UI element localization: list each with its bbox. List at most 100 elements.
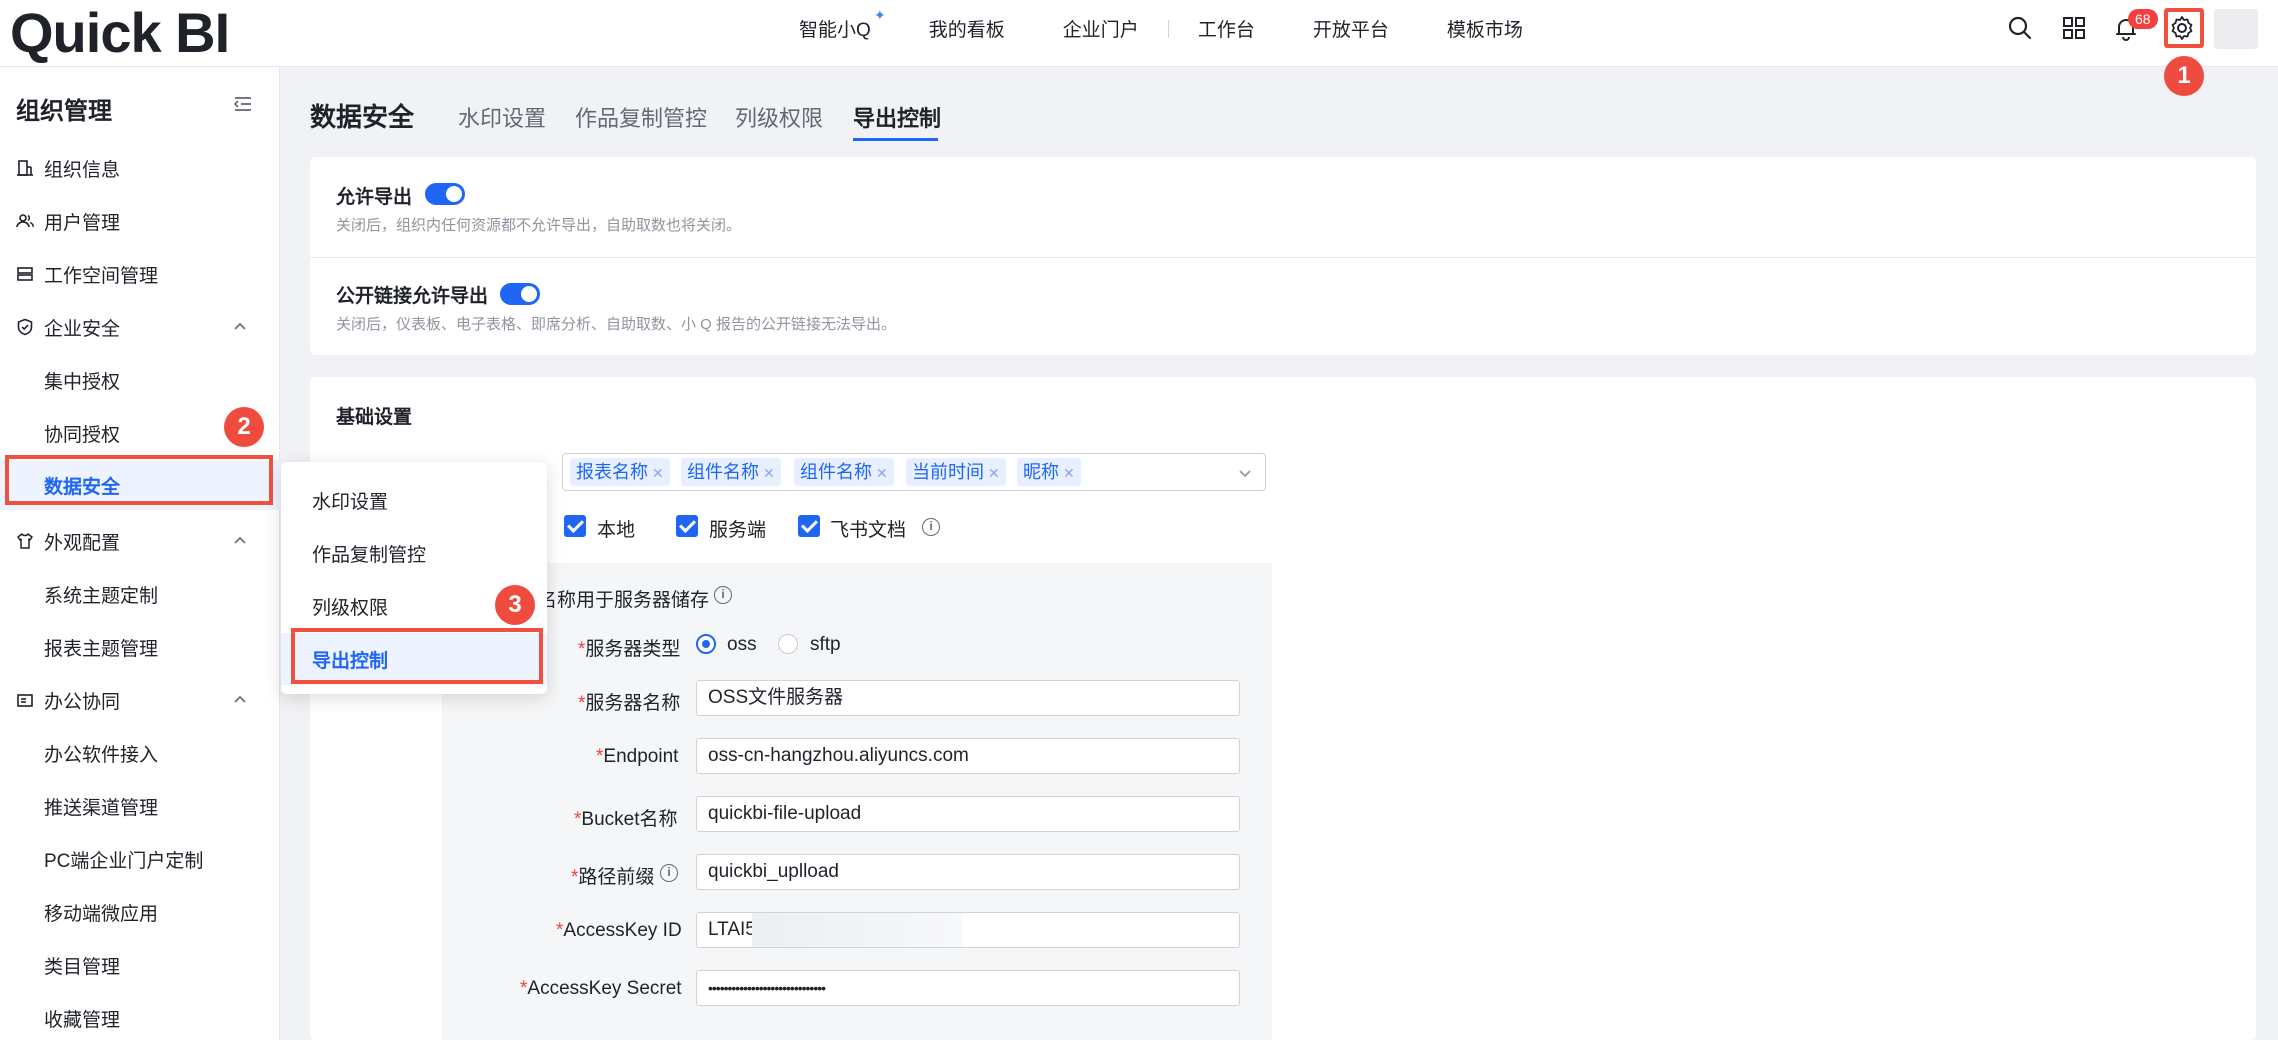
users-icon xyxy=(16,214,34,228)
close-icon[interactable]: ✕ xyxy=(1063,465,1075,481)
nav-open-platform[interactable]: 开放平台 xyxy=(1284,15,1418,42)
sidebar-item-label: 组织信息 xyxy=(44,159,121,181)
checkbox-local[interactable] xyxy=(564,515,586,537)
bucket-field[interactable]: quickbi-file-upload xyxy=(696,796,1240,832)
radio-sftp[interactable] xyxy=(778,634,798,654)
accesskey-secret-label-text: AccessKey Secret xyxy=(527,978,682,999)
chevron-down-icon[interactable] xyxy=(1237,465,1253,481)
tab-export-control[interactable]: 导出控制 xyxy=(853,101,941,133)
close-icon[interactable]: ✕ xyxy=(876,465,888,481)
checkbox-server[interactable] xyxy=(676,515,698,537)
nav-smart-q[interactable]: 智能小Q ✦ xyxy=(770,7,900,42)
data-security-highlight-box xyxy=(5,455,273,505)
path-prefix-label: *路径前缀 xyxy=(571,867,655,888)
tab-watermark[interactable]: 水印设置 xyxy=(458,101,546,133)
shirt-icon xyxy=(17,533,33,549)
server-type-label: *服务器类型 xyxy=(578,639,681,660)
step-marker-3: 3 xyxy=(495,585,535,625)
radio-oss[interactable] xyxy=(696,634,716,654)
tag-report-name[interactable]: 报表名称 ✕ xyxy=(570,458,670,486)
sidebar-item-mobile-app[interactable]: 移动端微应用 xyxy=(0,887,280,937)
sidebar-item-org-info[interactable]: 组织信息 xyxy=(0,143,280,193)
quick-bi-logo[interactable]: Quick BI xyxy=(10,4,230,62)
info-icon[interactable]: i xyxy=(922,518,940,536)
nav-workbench[interactable]: 工作台 xyxy=(1169,15,1284,42)
server-name-label-text: 服务器名称 xyxy=(585,693,681,714)
endpoint-field[interactable]: oss-cn-hangzhou.aliyuncs.com xyxy=(696,738,1240,774)
submenu-item-watermark[interactable]: 水印设置 xyxy=(281,474,547,526)
close-icon[interactable]: ✕ xyxy=(988,465,1000,481)
avatar[interactable] xyxy=(2214,9,2258,49)
accesskey-secret-label: *AccessKey Secret xyxy=(520,978,682,999)
sidebar-item-workspace[interactable]: 工作空间管理 xyxy=(0,249,280,299)
path-prefix-field[interactable]: quickbi_uplload xyxy=(696,854,1240,890)
server-name-label: *服务器名称 xyxy=(578,693,681,714)
tag-label: 组件名称 xyxy=(800,462,872,482)
public-link-export-title: 公开链接允许导出 xyxy=(336,286,489,307)
accesskey-secret-field[interactable]: •••••••••••••••••••••••••••••• xyxy=(696,970,1240,1006)
sidebar-item-label: 类目管理 xyxy=(44,956,121,978)
sidebar-item-report-theme[interactable]: 报表主题管理 xyxy=(0,622,280,672)
server-name-field[interactable]: OSS文件服务器 xyxy=(696,680,1240,716)
close-icon[interactable]: ✕ xyxy=(763,465,775,481)
file-name-tag-select[interactable]: 报表名称 ✕ 组件名称 ✕ 组件名称 ✕ 当前时间 ✕ 昵称 ✕ xyxy=(562,453,1266,491)
sidebar-item-favorites[interactable]: 收藏管理 xyxy=(0,993,280,1040)
sidebar-item-label: 办公软件接入 xyxy=(44,744,159,766)
sidebar-item-appearance[interactable]: 外观配置 xyxy=(0,516,280,566)
page-title: 数据安全 xyxy=(310,102,415,132)
info-icon[interactable]: i xyxy=(660,864,678,882)
tag-nickname[interactable]: 昵称 ✕ xyxy=(1017,458,1081,486)
checkbox-feishu-doc-label: 飞书文档 xyxy=(830,520,907,541)
sidebar-item-label: 移动端微应用 xyxy=(44,903,159,925)
server-type-label-text: 服务器类型 xyxy=(585,639,681,660)
nav-portal[interactable]: 企业门户 xyxy=(1034,15,1168,42)
nav-template-market[interactable]: 模板市场 xyxy=(1418,15,1552,42)
close-icon[interactable]: ✕ xyxy=(652,465,664,481)
apps-grid-icon[interactable] xyxy=(2060,14,2088,42)
bucket-label-text: Bucket名称 xyxy=(581,809,678,830)
info-icon[interactable]: i xyxy=(714,586,732,604)
tag-component-name[interactable]: 组件名称 ✕ xyxy=(681,458,781,486)
sidebar-item-label: 集中授权 xyxy=(44,371,121,393)
sidebar-item-label: 收藏管理 xyxy=(44,1009,121,1031)
sidebar-item-label: 工作空间管理 xyxy=(44,265,159,287)
sidebar-item-system-theme[interactable]: 系统主题定制 xyxy=(0,569,280,619)
checkbox-server-label: 服务端 xyxy=(709,520,767,541)
nav-my-dashboard[interactable]: 我的看板 xyxy=(900,15,1034,42)
tag-component-name-2[interactable]: 组件名称 ✕ xyxy=(794,458,894,486)
options-divider xyxy=(310,257,2256,258)
chevron-up-icon[interactable] xyxy=(232,692,248,708)
server-note: 名称用于服务器储存 xyxy=(538,590,710,611)
allow-export-toggle[interactable] xyxy=(425,183,465,205)
search-icon[interactable] xyxy=(2006,14,2034,42)
sidebar-item-push-channel[interactable]: 推送渠道管理 xyxy=(0,781,280,831)
bucket-label: *Bucket名称 xyxy=(574,809,678,830)
sidebar-item-enterprise-security[interactable]: 企业安全 xyxy=(0,302,280,352)
tab-column-permission[interactable]: 列级权限 xyxy=(735,101,823,133)
notification-badge: 68 xyxy=(2128,9,2158,29)
step-marker-1: 1 xyxy=(2164,56,2204,96)
submenu-item-copy-control[interactable]: 作品复制管控 xyxy=(281,527,547,579)
accesskey-id-label: *AccessKey ID xyxy=(556,920,682,941)
accesskey-id-label-text: AccessKey ID xyxy=(563,920,682,941)
sidebar-item-category[interactable]: 类目管理 xyxy=(0,940,280,990)
step-marker-2: 2 xyxy=(224,407,264,447)
collapse-menu-icon[interactable] xyxy=(232,93,254,115)
checkbox-feishu-doc[interactable] xyxy=(798,515,820,537)
sidebar-item-central-auth[interactable]: 集中授权 xyxy=(0,355,280,405)
chevron-up-icon[interactable] xyxy=(232,319,248,335)
sidebar-item-label: 办公协同 xyxy=(44,691,121,713)
endpoint-label-text: Endpoint xyxy=(603,746,679,767)
building-icon xyxy=(17,160,33,176)
public-link-export-toggle[interactable] xyxy=(500,283,540,305)
sidebar-item-user-management[interactable]: 用户管理 xyxy=(0,196,280,246)
sidebar-item-pc-portal[interactable]: PC端企业门户定制 xyxy=(0,834,280,884)
sidebar-item-label: 报表主题管理 xyxy=(44,638,159,660)
redacted-blur xyxy=(752,913,962,947)
tag-label: 报表名称 xyxy=(576,462,648,482)
chevron-up-icon[interactable] xyxy=(232,533,248,549)
sidebar-item-office-collab[interactable]: 办公协同 xyxy=(0,675,280,725)
tag-current-time[interactable]: 当前时间 ✕ xyxy=(906,458,1006,486)
tab-copy-control[interactable]: 作品复制管控 xyxy=(575,101,707,133)
sidebar-item-office-software[interactable]: 办公软件接入 xyxy=(0,728,280,778)
